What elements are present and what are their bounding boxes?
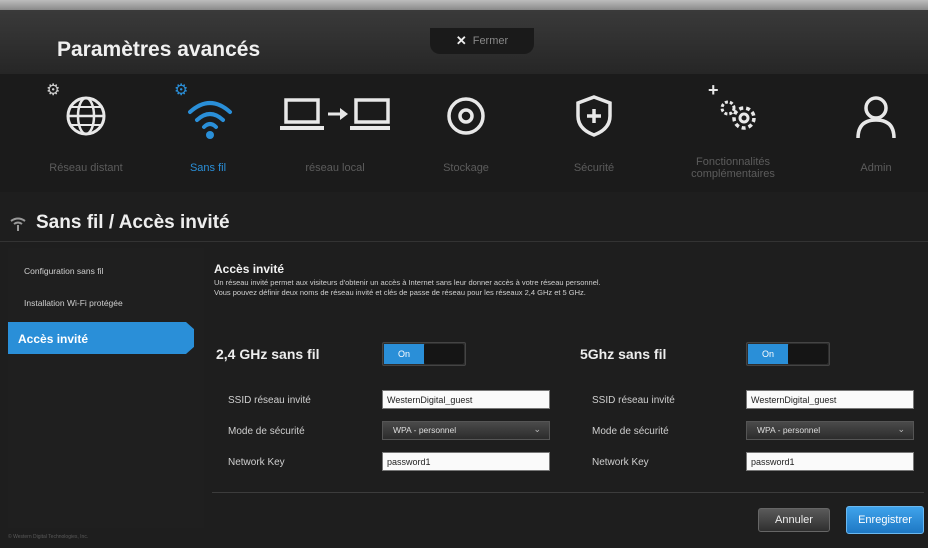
chevron-down-icon: ⌄ [897,424,905,434]
guest-access-panel: Accès invité Un réseau invité permet aux… [212,248,924,508]
toggle-on-label: On [748,344,788,364]
disk-icon [447,97,485,135]
band24-toggle[interactable]: On [382,342,466,366]
save-button[interactable]: Enregistrer [846,506,924,534]
security-mode-label: Mode de sécurité [228,426,305,437]
security-mode-value: WPA - personnel [757,425,821,435]
band-title: 5Ghz sans fil [580,346,667,362]
gears-icon [720,100,756,130]
header: Paramètres avancés ✕ Fermer [0,10,928,74]
nav-item-lan[interactable]: réseau local [270,74,400,192]
app-window: Paramètres avancés ✕ Fermer ⚙ Réseau dis… [0,0,928,548]
divider [212,492,924,493]
ssid-input[interactable] [382,390,550,409]
nav-item-admin[interactable]: Admin [836,74,916,192]
chevron-down-icon: ⌄ [533,424,541,434]
sidebar-item-wps[interactable]: Installation Wi-Fi protégée [24,298,123,308]
cancel-button[interactable]: Annuler [758,508,830,532]
toggle-knob [424,344,464,364]
band-24ghz: 2,4 GHz sans fil On SSID réseau invité M… [212,342,552,486]
security-mode-select[interactable]: WPA - personnel ⌄ [382,421,550,440]
sidebar-item-guest-access[interactable]: Accès invité [8,322,194,354]
network-key-label: Network Key [228,457,285,468]
guest-desc-line2: Vous pouvez définir deux noms de réseau … [214,288,586,297]
section-title: Sans fil / Accès invité [36,212,230,233]
guest-desc-line1: Un réseau invité permet aux visiteurs d'… [214,278,601,287]
nav-item-storage[interactable]: Stockage [418,74,514,192]
band-5ghz: 5Ghz sans fil On SSID réseau invité Mode… [576,342,916,486]
section-header: Sans fil / Accès invité [0,200,928,242]
network-key-input[interactable] [382,452,550,471]
nav-label: Sécurité [573,162,615,174]
guest-description: Un réseau invité permet aux visiteurs d'… [214,278,904,298]
shield-icon [576,95,612,137]
guest-title: Accès invité [214,262,285,276]
nav-label: Fonctionnalités complémentaires [691,156,775,180]
ssid-input[interactable] [746,390,914,409]
ssid-label: SSID réseau invité [228,395,311,406]
network-key-label: Network Key [592,457,649,468]
gear-icon: ⚙ [46,82,61,99]
close-label: Fermer [472,35,509,47]
sidebar-item-wireless-config[interactable]: Configuration sans fil [24,266,103,276]
network-icon [280,98,390,130]
nav-label: Réseau distant [49,162,123,174]
wifi-small-icon [10,217,26,231]
band5-toggle[interactable]: On [746,342,830,366]
nav-item-features[interactable]: + Fonctionnalités complémentaires [668,74,798,192]
ssid-label: SSID réseau invité [592,395,675,406]
wifi-icon [188,101,232,139]
top-strip [0,0,928,10]
page-title: Paramètres avancés [57,38,261,61]
network-key-input[interactable] [746,452,914,471]
security-mode-select[interactable]: WPA - personnel ⌄ [746,421,914,440]
band-title: 2,4 GHz sans fil [216,346,320,362]
user-icon [856,96,896,139]
nav-label: réseau local [305,162,365,174]
security-mode-value: WPA - personnel [393,425,457,435]
toggle-on-label: On [384,344,424,364]
nav-label: Admin [860,162,892,174]
globe-icon [66,96,106,136]
nav-item-wireless[interactable]: ⚙ Sans fil [160,74,256,192]
nav-item-remote[interactable]: ⚙ Réseau distant [28,74,144,192]
close-button[interactable]: ✕ Fermer [430,28,534,54]
copyright: © Western Digital Technologies, Inc. [8,534,89,540]
sidebar: Configuration sans fil Installation Wi-F… [8,248,204,528]
main-nav: ⚙ Réseau distant ⚙ Sans fil réseau local… [0,74,928,192]
nav-label: Sans fil [189,162,227,174]
nav-item-security[interactable]: Sécurité [544,74,644,192]
nav-label: Stockage [443,162,489,174]
close-icon: ✕ [455,33,467,48]
security-mode-label: Mode de sécurité [592,426,669,437]
toggle-knob [788,344,828,364]
